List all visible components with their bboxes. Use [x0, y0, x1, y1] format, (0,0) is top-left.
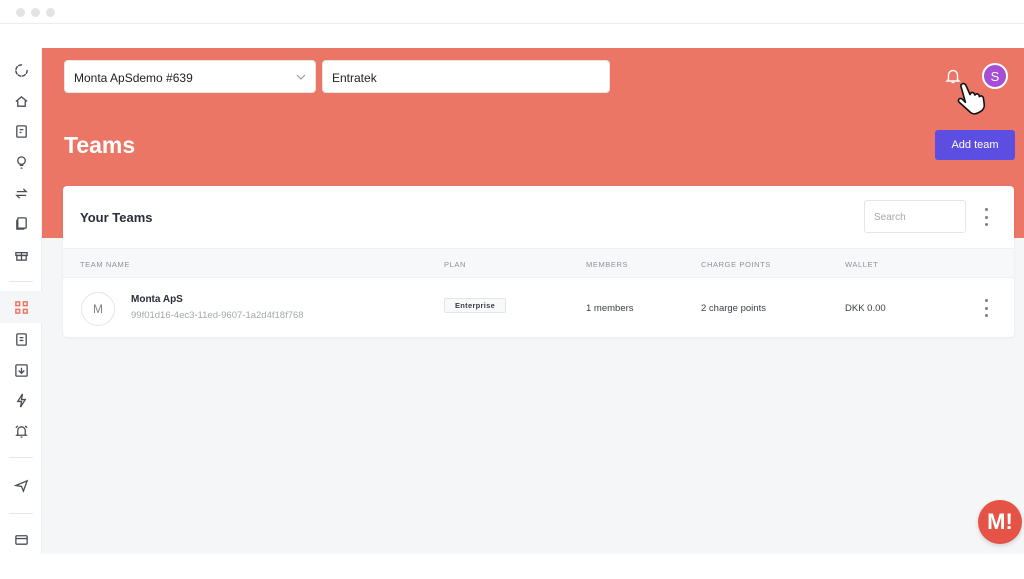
wallet-balance: DKK 0.00 [845, 303, 886, 314]
sidebar [0, 48, 42, 554]
card-title: Your Teams [80, 210, 153, 225]
teams-card: Your Teams Search TEAM NAME PLAN MEMBERS… [63, 186, 1014, 337]
team-avatar: M [81, 292, 115, 326]
column-header-members[interactable]: MEMBERS [586, 260, 628, 269]
window-maximize-dot[interactable] [46, 8, 55, 17]
search-input[interactable]: Search [864, 200, 966, 233]
documents-icon[interactable] [10, 212, 32, 234]
sidebar-divider [9, 281, 33, 282]
loading-icon[interactable] [10, 59, 32, 81]
charge-points-count: 2 charge points [701, 303, 766, 314]
column-header-wallet[interactable]: WALLET [845, 260, 878, 269]
brand-chat-button[interactable]: M! [978, 500, 1022, 544]
sidebar-divider [9, 457, 33, 458]
download-icon[interactable] [10, 359, 32, 381]
row-more-menu-icon[interactable] [983, 299, 989, 317]
column-header-plan[interactable]: PLAN [444, 260, 466, 269]
window-minimize-dot[interactable] [31, 8, 40, 17]
column-header-team-name[interactable]: TEAM NAME [80, 260, 130, 269]
main-content: Monta ApSdemo #639 Entratek S Teams Add … [42, 48, 1024, 554]
company-field[interactable]: Entratek [322, 60, 610, 93]
transfer-icon[interactable] [10, 182, 32, 204]
column-header-charge-points[interactable]: CHARGE POINTS [701, 260, 771, 269]
lightbulb-icon[interactable] [10, 151, 32, 173]
plan-badge: Enterprise [444, 298, 507, 313]
hand-pointer-icon [957, 82, 986, 115]
organization-select[interactable]: Monta ApSdemo #639 [64, 60, 316, 93]
company-field-value: Entratek [332, 71, 377, 85]
table-header: TEAM NAME PLAN MEMBERS CHARGE POINTS WAL… [63, 248, 1014, 278]
id-card-icon[interactable] [10, 120, 32, 142]
chevron-down-icon [296, 74, 306, 80]
team-name[interactable]: Monta ApS [131, 294, 183, 305]
bolt-icon[interactable] [10, 389, 32, 411]
card-icon[interactable] [10, 528, 32, 550]
team-id: 99f01d16-4ec3-11ed-9607-1a2d4f18f768 [131, 310, 304, 321]
sidebar-divider [9, 513, 33, 514]
card-more-menu-icon[interactable] [983, 208, 989, 226]
grid-icon[interactable] [10, 296, 32, 318]
page-title: Teams [64, 132, 136, 158]
add-team-button[interactable]: Add team [935, 130, 1015, 160]
alarm-icon[interactable] [10, 420, 32, 442]
send-icon[interactable] [10, 474, 32, 496]
window-close-dot[interactable] [16, 8, 25, 17]
badge-icon[interactable] [10, 328, 32, 350]
home-icon[interactable] [10, 90, 32, 112]
app-window: Monta ApSdemo #639 Entratek S Teams Add … [0, 0, 1024, 579]
members-count: 1 members [586, 303, 634, 314]
organization-select-value: Monta ApSdemo #639 [74, 71, 193, 85]
gift-icon[interactable] [10, 243, 32, 265]
window-titlebar [0, 0, 1024, 24]
